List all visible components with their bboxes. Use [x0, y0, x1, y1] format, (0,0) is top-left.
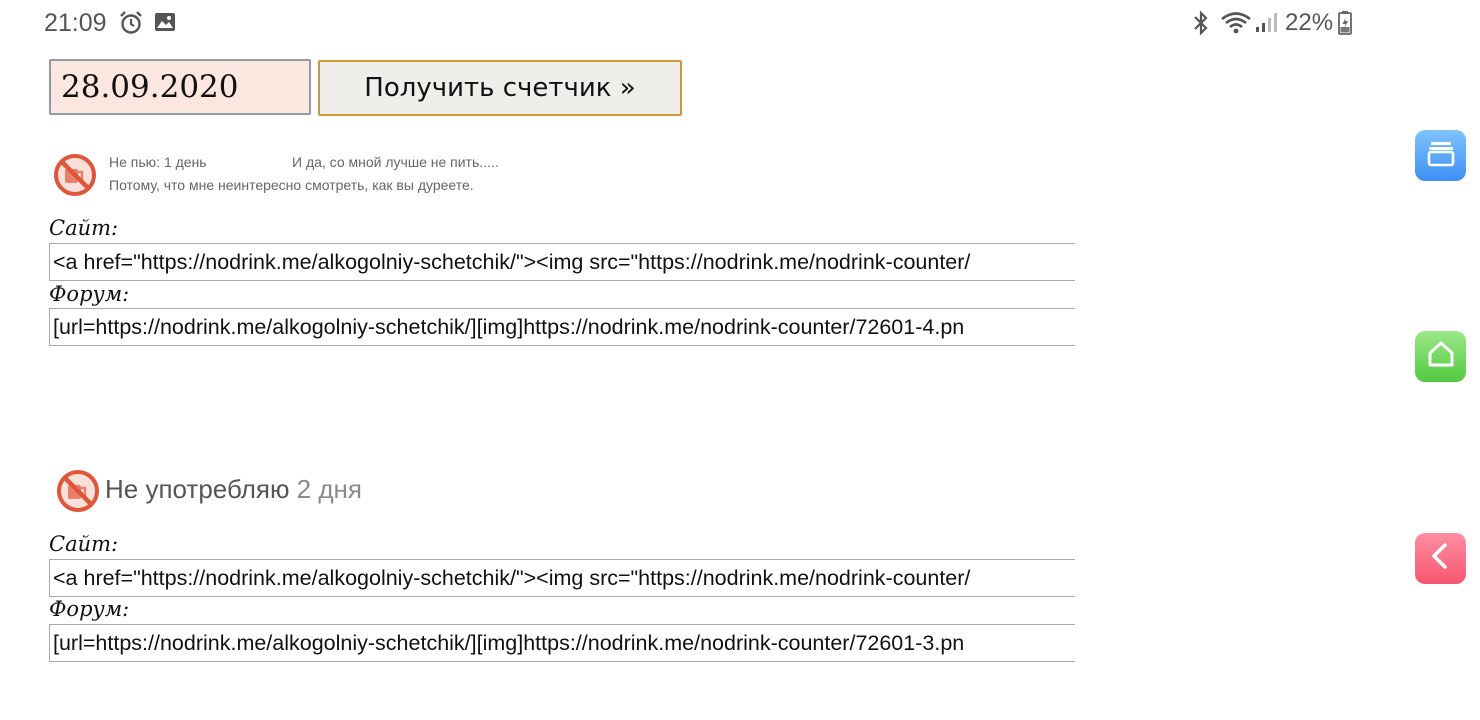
battery-icon [1338, 10, 1352, 41]
back-icon [1425, 540, 1457, 577]
home-button[interactable] [1415, 331, 1466, 382]
counter-preview-2: Не употребляю 2 дня [55, 466, 455, 516]
signal-icon [1254, 10, 1278, 41]
status-time: 21:09 [44, 9, 107, 37]
forum-code-field-2[interactable] [49, 624, 1075, 662]
wifi-icon [1220, 10, 1252, 41]
site-code-field-1[interactable] [49, 243, 1075, 281]
counter2-label: Не употребляю [105, 474, 290, 504]
counter1-slogan: И да, со мной лучше не пить..... [292, 154, 499, 170]
forum-label-2: Форум: [49, 597, 130, 621]
bluetooth-icon [1190, 10, 1212, 41]
counter2-text: Не употребляю 2 дня [105, 474, 362, 505]
site-label-2: Сайт: [49, 532, 119, 556]
get-counter-button[interactable]: Получить счетчик » [318, 60, 682, 116]
no-drink-icon [52, 152, 98, 203]
image-icon [153, 10, 177, 39]
counter1-subtitle: Потому, что мне неинтересно смотреть, ка… [109, 177, 474, 193]
counter2-days: 2 дня [296, 474, 362, 504]
date-input[interactable] [49, 59, 311, 115]
site-code-field-2[interactable] [49, 559, 1075, 597]
stack-button[interactable] [1415, 130, 1466, 181]
no-drink-icon [55, 468, 101, 519]
alarm-icon [118, 10, 144, 41]
battery-percent: 22% [1285, 9, 1334, 36]
stack-icon [1425, 137, 1457, 174]
counter1-days-text: Не пью: 1 день [109, 154, 207, 170]
forum-code-field-1[interactable] [49, 308, 1075, 346]
forum-label-1: Форум: [49, 282, 130, 306]
home-icon [1425, 338, 1457, 375]
counter-preview-1: Не пью: 1 день И да, со мной лучше не пи… [52, 150, 592, 200]
site-label-1: Сайт: [49, 216, 119, 240]
status-bar: 21:09 22% [0, 0, 1480, 46]
back-button[interactable] [1415, 533, 1466, 584]
